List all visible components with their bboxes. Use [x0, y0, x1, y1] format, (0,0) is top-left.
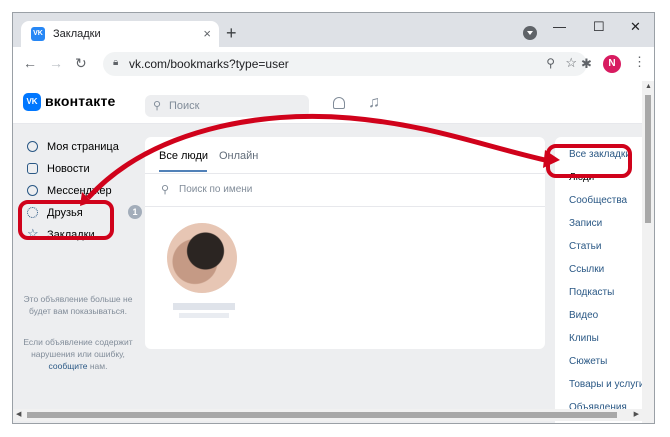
friends-count-badge: 1 — [128, 205, 142, 219]
horizontal-scroll-thumb[interactable] — [27, 412, 617, 418]
tab-all-people[interactable]: Все люди — [159, 150, 208, 162]
ad-report-text: Если объявление содержит нарушения или о… — [23, 337, 133, 359]
address-bar[interactable]: 🔒︎ vk.com/bookmarks?type=user ⚲ ☆ — [103, 52, 587, 76]
search-icon: ⚲ — [161, 184, 170, 196]
name-search-placeholder: Поиск по имени — [179, 184, 253, 195]
person-name-blurred[interactable] — [173, 303, 235, 310]
scroll-up-arrow-icon[interactable]: ▲ — [645, 83, 652, 90]
minimize-icon[interactable]: — — [553, 19, 566, 34]
category-posts[interactable]: Записи — [569, 218, 602, 229]
bookmark-star-icon[interactable]: ☆ — [565, 55, 577, 71]
vertical-scrollbar[interactable]: ▲ — [642, 81, 654, 423]
tab-online[interactable]: Онлайн — [219, 150, 258, 162]
user-circle-icon — [27, 141, 38, 152]
category-links[interactable]: Ссылки — [569, 264, 604, 275]
notifications-bell-icon[interactable] — [333, 97, 345, 109]
search-icon: ⚲ — [153, 100, 162, 112]
sidebar-item-news[interactable]: Новости — [23, 159, 138, 181]
sidebar-item-bookmarks[interactable]: ☆ Закладки — [23, 225, 138, 247]
bookmarks-category-menu: Все закладки Люди Сообщества Записи Стат… — [555, 137, 642, 423]
sidebar-item-label: Новости — [47, 163, 90, 175]
menu-kebab-icon[interactable]: ⋮ — [633, 54, 646, 70]
horizontal-scrollbar[interactable]: ◀ ▶ — [13, 409, 642, 421]
star-icon: ☆ — [27, 226, 39, 241]
lock-icon: 🔒︎ — [113, 57, 119, 68]
vk-header: VK вконтакте ⚲ Поиск ♫ — [13, 81, 642, 124]
category-stories[interactable]: Сюжеты — [569, 356, 607, 367]
search-icon[interactable]: ⚲ — [546, 56, 555, 70]
forward-icon[interactable]: → — [49, 55, 63, 71]
category-goods-services[interactable]: Товары и услуги — [569, 379, 642, 390]
music-icon[interactable]: ♫ — [368, 94, 380, 112]
vk-search-input[interactable]: ⚲ Поиск — [145, 95, 309, 117]
tab-search-icon[interactable] — [523, 26, 537, 40]
category-people[interactable]: Люди — [569, 172, 594, 183]
sidebar-item-my-page[interactable]: Моя страница — [23, 137, 138, 159]
sidebar-item-messenger[interactable]: Мессенджер — [23, 181, 138, 203]
name-search-input[interactable]: ⚲ Поиск по имени — [145, 174, 545, 207]
window-close-icon[interactable]: ✕ — [630, 19, 641, 35]
browser-toolbar: ← → ↻ 🔒︎ vk.com/bookmarks?type=user ⚲ ☆ … — [13, 47, 654, 82]
vk-favicon-icon: VK — [31, 27, 45, 41]
sidebar-item-label: Моя страница — [47, 141, 119, 153]
ad-report-note: Если объявление содержит нарушения или о… — [23, 336, 133, 372]
maximize-icon[interactable]: ☐ — [593, 19, 605, 35]
bookmarks-panel: Все люди Онлайн ⚲ Поиск по имени — [145, 137, 545, 349]
browser-window: VK Закладки × + — ☐ ✕ ← → ↻ 🔒︎ vk.com/bo… — [12, 12, 655, 424]
left-sidebar: Моя страница Новости Мессенджер Друзья 1… — [23, 137, 142, 247]
people-tabs: Все люди Онлайн — [145, 137, 545, 174]
active-tab-indicator — [159, 170, 207, 172]
category-articles[interactable]: Статьи — [569, 241, 601, 252]
ad-hidden-note: Это объявление больше не будет вам показ… — [23, 294, 133, 316]
new-tab-icon[interactable]: + — [226, 23, 237, 44]
tab-title: Закладки — [53, 28, 101, 40]
category-communities[interactable]: Сообщества — [569, 195, 627, 206]
vk-logo-icon[interactable]: VK — [23, 93, 41, 111]
vertical-scroll-thumb[interactable] — [645, 95, 651, 223]
extensions-icon[interactable]: ✱ — [581, 56, 592, 72]
chat-icon — [27, 185, 38, 196]
ad-report-tail: нам. — [87, 361, 108, 371]
category-all-bookmarks[interactable]: Все закладки — [569, 149, 631, 160]
vk-search-placeholder: Поиск — [169, 100, 200, 112]
scroll-left-arrow-icon[interactable]: ◀ — [16, 410, 21, 418]
tab-close-icon[interactable]: × — [203, 26, 211, 41]
browser-tab[interactable]: VK Закладки × — [21, 21, 219, 47]
category-clips[interactable]: Клипы — [569, 333, 599, 344]
sidebar-item-label: Мессенджер — [47, 185, 112, 197]
reload-icon[interactable]: ↻ — [75, 55, 87, 72]
friends-icon — [27, 207, 38, 218]
news-icon — [27, 163, 38, 174]
back-icon[interactable]: ← — [23, 55, 37, 71]
category-video[interactable]: Видео — [569, 310, 598, 321]
scroll-right-arrow-icon[interactable]: ▶ — [634, 410, 639, 418]
person-name-blurred-2 — [179, 313, 229, 318]
vk-brand[interactable]: вконтакте — [45, 93, 116, 109]
vk-page: VK вконтакте ⚲ Поиск ♫ Моя страница Ново… — [13, 81, 642, 423]
url-text[interactable]: vk.com/bookmarks?type=user — [129, 57, 289, 71]
profile-avatar[interactable]: N — [603, 55, 621, 73]
category-podcasts[interactable]: Подкасты — [569, 287, 614, 298]
report-link[interactable]: сообщите — [49, 361, 88, 371]
avatar[interactable] — [167, 223, 237, 293]
sidebar-item-friends[interactable]: Друзья 1 — [23, 203, 142, 225]
sidebar-item-label: Закладки — [47, 229, 95, 241]
sidebar-item-label: Друзья — [47, 207, 83, 219]
tab-strip: VK Закладки × + — ☐ ✕ — [13, 13, 654, 47]
